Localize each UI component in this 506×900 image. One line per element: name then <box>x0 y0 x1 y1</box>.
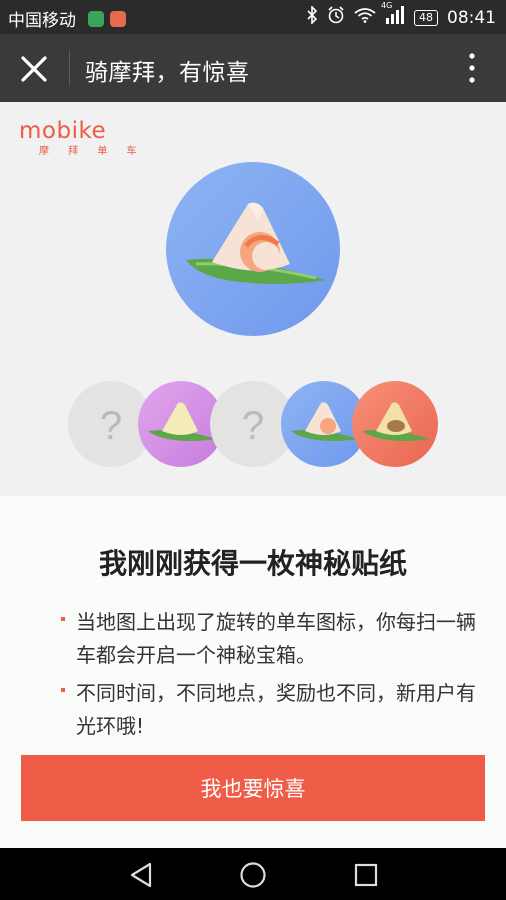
home-icon[interactable] <box>238 860 268 890</box>
svg-text:?: ? <box>100 404 122 448</box>
system-navigation-bar <box>0 848 506 900</box>
close-icon <box>21 56 47 82</box>
mobike-logo: mobike 摩 拜 单 车 <box>19 118 145 157</box>
network-label: 4G <box>381 1 393 10</box>
tip-text-1: 当地图上出现了旋转的单车图标，你每扫一辆车都会开启一个神秘宝箱。 <box>76 610 476 667</box>
battery-icon: 48 <box>414 9 438 26</box>
carrier-label: 中国移动 <box>8 11 76 31</box>
status-bar: 中国移动 4G 48 08:41 <box>0 0 506 34</box>
bluetooth-icon <box>306 5 318 29</box>
main-sticker-image <box>166 162 340 336</box>
logo-subtitle: 摩 拜 单 车 <box>39 146 145 157</box>
close-button[interactable] <box>18 53 50 85</box>
wifi-icon <box>354 7 376 28</box>
alarm-icon <box>327 6 345 29</box>
title-divider <box>69 50 70 86</box>
bullet-icon <box>61 688 65 692</box>
more-vertical-icon <box>469 53 475 83</box>
logo-text: mobike <box>19 118 107 144</box>
tip-text-2: 不同时间，不同地点，奖励也不同，新用户有光环哦! <box>76 681 476 738</box>
back-icon[interactable] <box>126 860 156 890</box>
signal-icon: 4G <box>381 1 405 29</box>
clock: 08:41 <box>447 7 496 28</box>
page-title: 骑摩拜，有惊喜 <box>85 60 250 86</box>
bullet-icon <box>61 617 65 621</box>
more-button[interactable] <box>458 51 486 85</box>
wechat-notification-icon <box>88 10 104 27</box>
cta-button[interactable]: 我也要惊喜 <box>21 755 485 821</box>
battery-level: 48 <box>419 10 433 24</box>
svg-text:?: ? <box>242 404 264 448</box>
recent-apps-icon[interactable] <box>351 860 381 890</box>
app-notification-icon <box>110 10 126 27</box>
title-bar: 骑摩拜，有惊喜 <box>0 34 506 102</box>
headline: 我刚刚获得一枚神秘贴纸 <box>98 547 407 580</box>
sticker-zongzi-mushroom[interactable] <box>352 381 438 467</box>
